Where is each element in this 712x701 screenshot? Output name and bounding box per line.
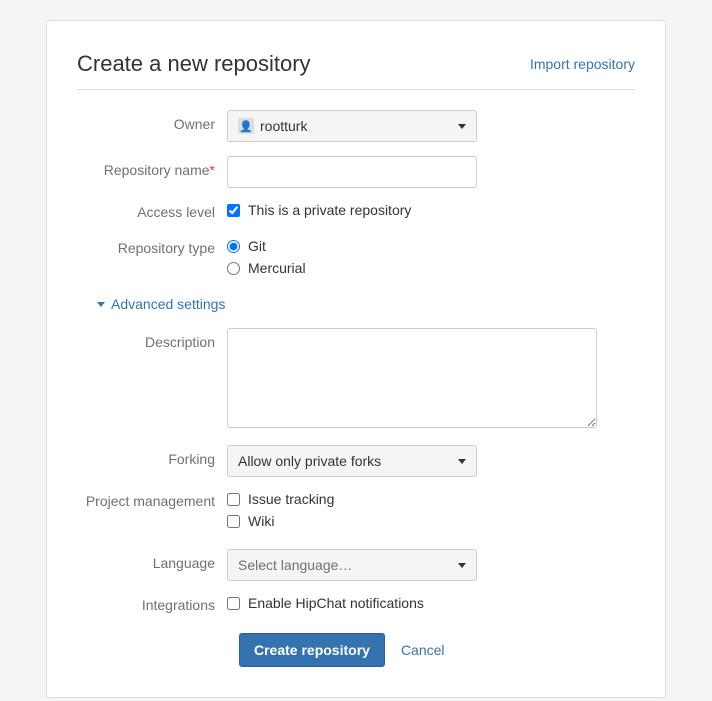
row-integrations: Integrations Enable HipChat notification… (77, 595, 635, 617)
avatar-icon: 👤 (238, 118, 254, 134)
page-title: Create a new repository (77, 51, 311, 77)
label-project-mgmt: Project management (77, 491, 227, 509)
radio-mercurial[interactable] (227, 262, 240, 275)
label-forking: Forking (77, 445, 227, 467)
cancel-link[interactable]: Cancel (401, 642, 445, 658)
create-repository-button[interactable]: Create repository (239, 633, 385, 667)
private-checkbox-line[interactable]: This is a private repository (227, 202, 635, 218)
hipchat-checkbox[interactable] (227, 597, 240, 610)
description-textarea[interactable] (227, 328, 597, 428)
label-access-level: Access level (77, 202, 227, 220)
row-description: Description (77, 328, 635, 431)
language-placeholder: Select language… (238, 557, 352, 573)
private-checkbox-label: This is a private repository (248, 202, 411, 218)
repo-name-input[interactable] (227, 156, 477, 188)
create-repo-card: Create a new repository Import repositor… (46, 20, 666, 698)
actions: Create repository Cancel (239, 633, 635, 667)
row-repo-name: Repository name* (77, 156, 635, 188)
row-repo-type: Repository type Git Mercurial (77, 238, 635, 282)
radio-git[interactable] (227, 240, 240, 253)
hipchat-line[interactable]: Enable HipChat notifications (227, 595, 635, 611)
forking-value: Allow only private forks (238, 453, 381, 469)
label-repo-type: Repository type (77, 238, 227, 256)
label-owner: Owner (77, 110, 227, 132)
owner-select[interactable]: 👤 rootturk (227, 110, 477, 142)
label-description: Description (77, 328, 227, 350)
chevron-down-icon (458, 563, 466, 568)
advanced-settings-label: Advanced settings (111, 296, 225, 312)
owner-value: rootturk (260, 118, 307, 134)
chevron-down-icon (458, 459, 466, 464)
label-repo-name: Repository name* (77, 156, 227, 178)
hipchat-label: Enable HipChat notifications (248, 595, 424, 611)
chevron-down-icon (458, 124, 466, 129)
repo-type-git[interactable]: Git (227, 238, 635, 254)
issue-tracking-line[interactable]: Issue tracking (227, 491, 635, 507)
row-project-mgmt: Project management Issue tracking Wiki (77, 491, 635, 535)
radio-mercurial-label: Mercurial (248, 260, 306, 276)
row-language: Language Select language… (77, 549, 635, 581)
chevron-down-icon (97, 302, 105, 307)
language-select[interactable]: Select language… (227, 549, 477, 581)
wiki-line[interactable]: Wiki (227, 513, 635, 529)
row-owner: Owner 👤 rootturk (77, 110, 635, 142)
repo-type-mercurial[interactable]: Mercurial (227, 260, 635, 276)
label-integrations: Integrations (77, 595, 227, 613)
row-forking: Forking Allow only private forks (77, 445, 635, 477)
required-mark: * (210, 162, 215, 178)
private-checkbox[interactable] (227, 204, 240, 217)
issue-tracking-checkbox[interactable] (227, 493, 240, 506)
issue-tracking-label: Issue tracking (248, 491, 334, 507)
radio-git-label: Git (248, 238, 266, 254)
wiki-label: Wiki (248, 513, 274, 529)
import-repository-link[interactable]: Import repository (530, 56, 635, 72)
label-language: Language (77, 549, 227, 571)
row-access-level: Access level This is a private repositor… (77, 202, 635, 224)
forking-select[interactable]: Allow only private forks (227, 445, 477, 477)
header: Create a new repository Import repositor… (77, 51, 635, 90)
advanced-settings-toggle[interactable]: Advanced settings (97, 296, 635, 312)
wiki-checkbox[interactable] (227, 515, 240, 528)
